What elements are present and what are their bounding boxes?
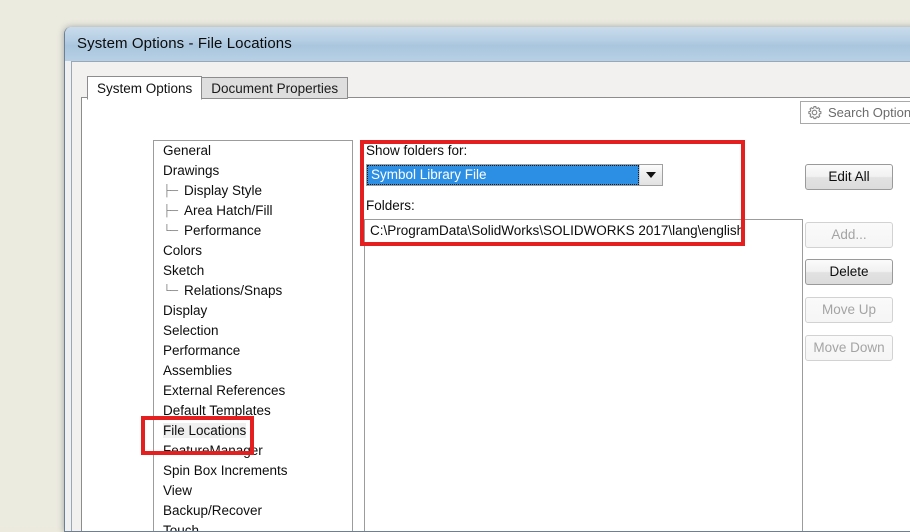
sidebar-item-label: Assemblies bbox=[163, 363, 232, 378]
sidebar-item-colors[interactable]: Colors bbox=[154, 241, 352, 261]
show-folders-selected-value: Symbol Library File bbox=[367, 165, 639, 185]
move-up-button: Move Up bbox=[805, 297, 893, 323]
sidebar-item-label: Default Templates bbox=[163, 403, 271, 418]
sidebar-item-display[interactable]: Display bbox=[154, 301, 352, 321]
search-options-placeholder: Search Options bbox=[828, 105, 910, 120]
sidebar-item-featuremanager[interactable]: FeatureManager bbox=[154, 441, 352, 461]
sidebar-item-label: Drawings bbox=[163, 163, 219, 178]
options-category-list[interactable]: General Drawings ├─Display Style├─Area Hat… bbox=[153, 140, 353, 532]
sidebar-item-label: Display bbox=[163, 303, 207, 318]
sidebar-item-label: External References bbox=[163, 383, 285, 398]
tab-system-options[interactable]: System Options bbox=[87, 76, 202, 100]
dialog-title: System Options - File Locations bbox=[77, 35, 292, 52]
add-button: Add... bbox=[805, 222, 893, 248]
tab-strip: System Options Document Properties bbox=[87, 75, 348, 99]
sidebar-item-label: Spin Box Increments bbox=[163, 463, 288, 478]
sidebar-item-label: Performance bbox=[163, 343, 240, 358]
sidebar-item-label: Touch bbox=[163, 523, 199, 532]
sidebar-item-default-templates[interactable]: Default Templates bbox=[154, 401, 352, 421]
search-options-box[interactable]: Search Options bbox=[800, 101, 910, 124]
sidebar-item-backup-recover[interactable]: Backup/Recover bbox=[154, 501, 352, 521]
dialog-titlebar: System Options - File Locations bbox=[65, 27, 910, 61]
sidebar-item-sketch[interactable]: Sketch bbox=[154, 261, 352, 281]
sidebar-item-label: Relations/Snaps bbox=[184, 281, 282, 301]
tree-connector-icon: ├─ bbox=[163, 201, 183, 221]
sidebar-item-label: Area Hatch/Fill bbox=[184, 201, 273, 221]
sidebar-item-label: General bbox=[163, 143, 211, 158]
sidebar-item-assemblies[interactable]: Assemblies bbox=[154, 361, 352, 381]
sidebar-item-label: Performance bbox=[184, 221, 261, 241]
sidebar-item-general[interactable]: General bbox=[154, 141, 352, 161]
folders-label: Folders: bbox=[366, 198, 415, 213]
sidebar-item-display-style[interactable]: ├─Display Style bbox=[154, 181, 352, 201]
sidebar-item-label: View bbox=[163, 483, 192, 498]
sidebar-item-relations-snaps[interactable]: └─Relations/Snaps bbox=[154, 281, 352, 301]
sidebar-item-label: Sketch bbox=[163, 263, 204, 278]
tree-connector-icon: └─ bbox=[163, 281, 183, 301]
sidebar-item-label: Selection bbox=[163, 323, 219, 338]
show-folders-label: Show folders for: bbox=[366, 143, 467, 158]
sidebar-item-external-references[interactable]: External References bbox=[154, 381, 352, 401]
show-folders-dropdown[interactable]: Symbol Library File bbox=[366, 164, 663, 186]
sidebar-item-view[interactable]: View bbox=[154, 481, 352, 501]
sidebar-item-area-hatch-fill[interactable]: ├─Area Hatch/Fill bbox=[154, 201, 352, 221]
sidebar-item-performance[interactable]: Performance bbox=[154, 341, 352, 361]
tree-connector-icon: ├─ bbox=[163, 181, 183, 201]
sidebar-item-spin-box-increments[interactable]: Spin Box Increments bbox=[154, 461, 352, 481]
tab-document-properties[interactable]: Document Properties bbox=[202, 77, 348, 99]
sidebar-item-label: Display Style bbox=[184, 181, 262, 201]
sidebar-item-file-locations[interactable]: File Locations bbox=[154, 421, 352, 441]
move-down-button: Move Down bbox=[805, 335, 893, 361]
sidebar-item-label: FeatureManager bbox=[163, 443, 263, 458]
chevron-down-icon[interactable] bbox=[639, 165, 662, 185]
sidebar-item-performance[interactable]: └─Performance bbox=[154, 221, 352, 241]
system-options-dialog: System Options - File Locations System O… bbox=[64, 27, 910, 532]
folders-list[interactable]: C:\ProgramData\SolidWorks\SOLIDWORKS 201… bbox=[364, 219, 803, 532]
edit-all-button[interactable]: Edit All bbox=[805, 164, 893, 190]
sidebar-item-label: Colors bbox=[163, 243, 202, 258]
sidebar-item-drawings[interactable]: Drawings bbox=[154, 161, 352, 181]
sidebar-item-label: Backup/Recover bbox=[163, 503, 262, 518]
delete-button[interactable]: Delete bbox=[805, 259, 893, 285]
sidebar-item-label: File Locations bbox=[163, 423, 246, 438]
sidebar-item-selection[interactable]: Selection bbox=[154, 321, 352, 341]
tree-connector-icon: └─ bbox=[163, 221, 183, 241]
folder-list-item[interactable]: C:\ProgramData\SolidWorks\SOLIDWORKS 201… bbox=[365, 220, 802, 241]
gear-icon bbox=[807, 105, 822, 120]
